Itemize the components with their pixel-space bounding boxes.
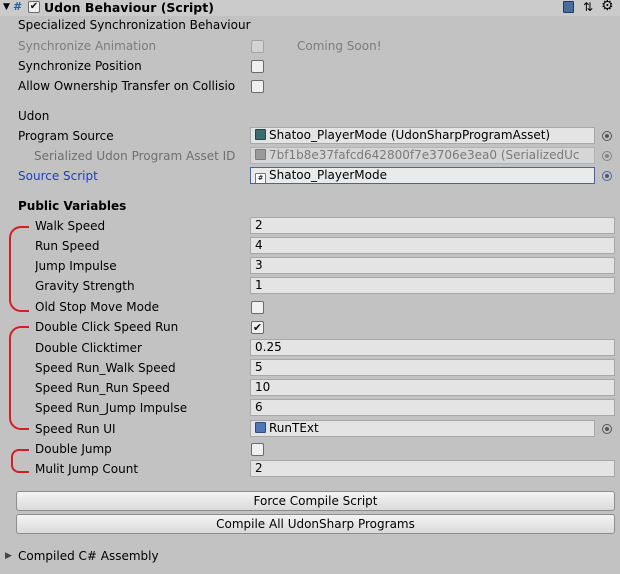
double-jump-label: Double Jump [35, 442, 112, 456]
udon-section-title: Udon [0, 106, 620, 126]
allow-ownership-row: Allow Ownership Transfer on Collisio [0, 76, 620, 96]
speed-run-run-speed-row: Speed Run_Run Speed 10 [0, 378, 620, 398]
compiled-assembly-label: Compiled C# Assembly [18, 549, 159, 563]
double-clicktimer-label: Double Clicktimer [35, 341, 142, 355]
synchronize-position-label: Synchronize Position [18, 59, 142, 73]
synchronize-animation-checkbox [251, 40, 264, 53]
speed-run-ui-label: Speed Run UI [35, 422, 116, 436]
program-source-row: Program Source Shatoo_PlayerMode (UdonSh… [0, 126, 620, 146]
double-click-speed-run-label: Double Click Speed Run [35, 320, 179, 334]
synchronize-animation-row: Synchronize Animation Coming Soon! [0, 36, 620, 56]
serialized-asset-row: Serialized Udon Program Asset ID 7bf1b8e… [0, 146, 620, 166]
walk-speed-label: Walk Speed [35, 219, 106, 233]
run-speed-row: Run Speed 4 [0, 236, 620, 256]
speed-run-ui-row: Speed Run UI RunTExt [0, 419, 620, 439]
udon-section-label: Udon [18, 109, 50, 123]
cs-script-icon: # [255, 173, 266, 183]
allow-ownership-label: Allow Ownership Transfer on Collisio [18, 79, 236, 93]
speed-run-walk-speed-row: Speed Run_Walk Speed 5 [0, 358, 620, 378]
program-source-value: Shatoo_PlayerMode (UdonSharpProgramAsset… [269, 128, 551, 142]
source-script-label: Source Script [18, 169, 98, 183]
speed-run-jump-impulse-label: Speed Run_Jump Impulse [35, 401, 188, 415]
speed-run-ui-value: RunTExt [269, 421, 319, 435]
double-jump-checkbox[interactable] [251, 443, 264, 456]
jump-impulse-input[interactable]: 3 [250, 257, 615, 274]
jump-impulse-label: Jump Impulse [35, 259, 117, 273]
old-stop-move-mode-row: Old Stop Move Mode [0, 297, 620, 317]
gravity-strength-label: Gravity Strength [35, 279, 135, 293]
jump-impulse-row: Jump Impulse 3 [0, 256, 620, 276]
annotation-bracket-movement [9, 226, 29, 312]
serialized-asset-icon [255, 149, 266, 160]
public-variables-title: Public Variables [0, 196, 620, 216]
synchronize-position-row: Synchronize Position [0, 56, 620, 76]
serialized-asset-label: Serialized Udon Program Asset ID [34, 149, 236, 163]
speed-run-jump-impulse-row: Speed Run_Jump Impulse 6 [0, 398, 620, 418]
component-header: ▼ # ✔ Udon Behaviour (Script) ⇅ ⚙ [0, 0, 620, 16]
foldout-expanded-icon[interactable]: ▼ [3, 1, 10, 13]
double-click-speed-run-checkbox[interactable]: ✔ [251, 321, 264, 334]
allow-ownership-checkbox[interactable] [251, 80, 264, 93]
script-hash-icon: # [13, 0, 23, 13]
gear-icon[interactable]: ⚙ [601, 0, 614, 13]
book-help-icon[interactable] [563, 1, 574, 13]
synchronize-animation-label: Synchronize Animation [18, 39, 157, 53]
annotation-bracket-jump [11, 449, 29, 473]
compile-all-button[interactable]: Compile All UdonSharp Programs [16, 514, 615, 534]
annotation-bracket-speed-run [9, 326, 29, 430]
object-picker-icon[interactable] [602, 424, 612, 434]
object-picker-icon[interactable] [602, 131, 612, 141]
walk-speed-row: Walk Speed 2 [0, 216, 620, 236]
source-script-field[interactable]: # Shatoo_PlayerMode [250, 167, 595, 184]
sync-section-label: Specialized Synchronization Behaviour [18, 18, 251, 32]
run-speed-input[interactable]: 4 [250, 237, 615, 254]
preset-sliders-icon[interactable]: ⇅ [583, 0, 593, 14]
speed-run-run-speed-input[interactable]: 10 [250, 379, 615, 396]
speed-run-walk-speed-label: Speed Run_Walk Speed [35, 361, 176, 375]
double-clicktimer-input[interactable]: 0.25 [250, 339, 615, 356]
speed-run-ui-field[interactable]: RunTExt [250, 420, 595, 437]
speed-run-jump-impulse-input[interactable]: 6 [250, 399, 615, 416]
object-picker-icon [602, 151, 612, 161]
mulit-jump-count-label: Mulit Jump Count [35, 462, 139, 476]
program-source-label: Program Source [18, 129, 114, 143]
sync-section-title: Specialized Synchronization Behaviour [0, 15, 620, 35]
public-variables-label: Public Variables [18, 199, 127, 213]
old-stop-move-mode-label: Old Stop Move Mode [35, 300, 159, 314]
old-stop-move-mode-checkbox[interactable] [251, 301, 264, 314]
mulit-jump-count-row: Mulit Jump Count 2 [0, 459, 620, 479]
foldout-collapsed-icon[interactable]: ▶ [5, 546, 12, 566]
component-title: Udon Behaviour (Script) [44, 0, 214, 15]
mulit-jump-count-input[interactable]: 2 [250, 460, 615, 477]
program-source-field[interactable]: Shatoo_PlayerMode (UdonSharpProgramAsset… [250, 127, 595, 144]
synchronize-position-checkbox[interactable] [251, 60, 264, 73]
serialized-asset-field: 7bf1b8e37fafcd642800f7e3706e3ea0 (Serial… [250, 147, 595, 164]
gravity-strength-input[interactable]: 1 [250, 277, 615, 294]
serialized-asset-value: 7bf1b8e37fafcd642800f7e3706e3ea0 (Serial… [269, 148, 580, 162]
object-picker-icon[interactable] [602, 171, 612, 181]
force-compile-button[interactable]: Force Compile Script [16, 491, 615, 511]
speed-run-run-speed-label: Speed Run_Run Speed [35, 381, 170, 395]
coming-soon-note: Coming Soon! [297, 39, 382, 53]
source-script-row: Source Script # Shatoo_PlayerMode [0, 166, 620, 186]
gameobject-cube-icon [255, 422, 266, 433]
walk-speed-input[interactable]: 2 [250, 217, 615, 234]
enabled-checkbox[interactable]: ✔ [28, 1, 40, 13]
run-speed-label: Run Speed [35, 239, 100, 253]
double-jump-row: Double Jump [0, 439, 620, 459]
gravity-strength-row: Gravity Strength 1 [0, 276, 620, 296]
double-clicktimer-row: Double Clicktimer 0.25 [0, 338, 620, 358]
double-click-speed-run-row: Double Click Speed Run ✔ [0, 317, 620, 337]
compiled-assembly-foldout[interactable]: ▶ Compiled C# Assembly [0, 546, 620, 566]
speed-run-walk-speed-input[interactable]: 5 [250, 359, 615, 376]
source-script-value: Shatoo_PlayerMode [269, 168, 388, 182]
program-asset-icon [255, 129, 266, 140]
